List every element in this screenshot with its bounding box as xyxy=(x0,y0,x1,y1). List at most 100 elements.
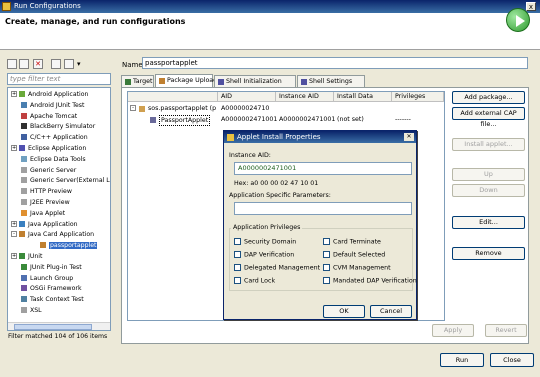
tree-item[interactable]: Eclipse Data Tools xyxy=(11,155,86,164)
package-icon xyxy=(139,106,145,112)
add-package-button[interactable]: Add package... xyxy=(452,91,525,104)
tree-item[interactable]: - Java Card Application xyxy=(11,230,94,239)
configuration-tree[interactable]: + Android Application Android JUnit Test Ap… xyxy=(7,87,111,331)
tree-item[interactable]: Android JUnit Test xyxy=(11,101,84,110)
privilege-checkbox[interactable]: CVM Management xyxy=(323,264,391,273)
dialog-close-button[interactable]: ✕ xyxy=(404,133,414,141)
tree-item-label: HTTP Preview xyxy=(30,188,72,196)
collapse-all-button[interactable] xyxy=(51,59,61,69)
privilege-checkbox[interactable]: Default Selected xyxy=(323,251,385,260)
cell-aid: A0000002471001 xyxy=(221,116,278,123)
tree-item-label: JUnit Plug-in Test xyxy=(30,263,82,271)
tree-item[interactable]: + Eclipse Application xyxy=(11,144,86,153)
delete-button[interactable]: ✕ xyxy=(33,59,43,69)
column-header-privileges[interactable]: Privileges xyxy=(392,92,444,102)
tree-item-label: Task Context Test xyxy=(30,296,84,304)
tree-item[interactable]: Task Context Test xyxy=(11,295,84,304)
checkbox-box[interactable] xyxy=(323,251,330,258)
tree-item[interactable]: C/C++ Application xyxy=(11,133,88,142)
params-field[interactable] xyxy=(234,202,412,215)
duplicate-button[interactable] xyxy=(19,59,29,69)
filter-dropdown-icon[interactable]: ▾ xyxy=(77,60,81,68)
expand-icon[interactable]: + xyxy=(11,220,17,227)
tree-item[interactable]: Apache Tomcat xyxy=(11,112,77,121)
instance-aid-field[interactable]: A0000002471001 xyxy=(234,162,412,175)
tree-item[interactable]: passportapplet xyxy=(30,241,98,250)
tree-item-label: OSGi Framework xyxy=(30,285,82,293)
checkbox-box[interactable] xyxy=(323,264,330,271)
ok-button[interactable]: OK xyxy=(323,305,365,318)
tree-item[interactable]: Generic Server(External Lau xyxy=(11,176,110,185)
config-type-icon xyxy=(21,274,27,281)
collapse-icon[interactable]: - xyxy=(130,105,136,111)
app-icon xyxy=(2,2,11,11)
tab-shell-settings[interactable]: Shell Settings xyxy=(297,75,365,87)
install-applet-button[interactable]: Install applet... xyxy=(452,138,525,151)
column-header-install-data[interactable]: Install Data xyxy=(334,92,392,102)
privilege-checkbox[interactable]: Mandated DAP Verification xyxy=(323,277,417,286)
run-button[interactable]: Run xyxy=(440,353,484,367)
down-button[interactable]: Down xyxy=(452,184,525,197)
checkbox-box[interactable] xyxy=(234,277,241,284)
tab-target[interactable]: Target xyxy=(121,75,154,87)
checkbox-box[interactable] xyxy=(234,264,241,271)
tab-package-upload[interactable]: Package Upload xyxy=(155,74,217,88)
tree-item-label: Java Card Application xyxy=(28,231,95,239)
tree-item[interactable]: HTTP Preview xyxy=(11,187,72,196)
config-type-icon xyxy=(21,263,27,270)
scrollbar-thumb[interactable] xyxy=(14,324,92,330)
privilege-checkbox[interactable]: Delegated Management xyxy=(234,264,320,273)
close-button[interactable]: Close xyxy=(490,353,534,367)
config-type-icon xyxy=(21,101,27,108)
collapse-icon[interactable]: - xyxy=(11,231,17,238)
filter-button[interactable] xyxy=(64,59,74,69)
tree-item-label: Generic Server xyxy=(30,166,77,174)
tree-item[interactable]: JUnit Plug-in Test xyxy=(11,263,82,272)
tab-label: Shell Settings xyxy=(309,78,353,85)
name-field[interactable]: passportapplet xyxy=(142,57,528,69)
filter-input[interactable]: type filter text xyxy=(7,73,111,85)
edit-button[interactable]: Edit... xyxy=(452,216,525,229)
privilege-checkbox[interactable]: Card Terminate xyxy=(323,238,381,247)
revert-button[interactable]: Revert xyxy=(485,324,527,337)
tree-horizontal-scrollbar[interactable] xyxy=(8,322,110,330)
checkbox-box[interactable] xyxy=(323,277,330,284)
privilege-label: CVM Management xyxy=(333,264,391,272)
checkbox-box[interactable] xyxy=(234,251,241,258)
tree-item[interactable]: Launch Group xyxy=(11,274,73,283)
tree-item-label: Java Applet xyxy=(30,209,66,217)
tree-item[interactable]: J2EE Preview xyxy=(11,198,70,207)
tree-item[interactable]: + Java Application xyxy=(11,220,78,229)
add-external-cap-button[interactable]: Add external CAP file... xyxy=(452,107,525,128)
new-configuration-button[interactable] xyxy=(7,59,17,69)
column-header-name[interactable] xyxy=(128,92,218,102)
window-close-button[interactable]: x xyxy=(526,2,536,11)
tree-item[interactable]: XSL xyxy=(11,306,42,315)
tree-item[interactable]: Generic Server xyxy=(11,166,76,175)
remove-button[interactable]: Remove xyxy=(452,247,525,260)
tree-item-label: JUnit xyxy=(28,253,43,260)
config-type-icon xyxy=(21,199,27,205)
tree-item[interactable]: OSGi Framework xyxy=(11,284,82,293)
cell-data: (not set) xyxy=(337,116,364,123)
expand-icon[interactable]: + xyxy=(11,253,17,259)
column-header-instance-aid[interactable]: Instance AID xyxy=(276,92,334,102)
tree-item[interactable]: BlackBerry Simulator xyxy=(11,122,95,131)
privilege-checkbox[interactable]: DAP Verification xyxy=(234,251,294,260)
tab-label: Shell Initialization xyxy=(226,78,282,85)
cancel-button[interactable]: Cancel xyxy=(370,305,412,318)
expand-icon[interactable]: + xyxy=(11,145,17,151)
privilege-checkbox[interactable]: Card Lock xyxy=(234,277,275,286)
tab-shell-initialization[interactable]: Shell Initialization xyxy=(214,75,296,87)
tree-item[interactable]: Java Applet xyxy=(11,209,65,218)
privilege-checkbox[interactable]: Security Domain xyxy=(234,238,296,247)
checkbox-box[interactable] xyxy=(234,238,241,245)
column-header-aid[interactable]: AID xyxy=(218,92,276,102)
checkbox-box[interactable] xyxy=(323,238,330,245)
apply-button[interactable]: Apply xyxy=(432,324,474,337)
tree-item[interactable]: + JUnit xyxy=(11,252,42,261)
up-button[interactable]: Up xyxy=(452,168,525,181)
window-title-bar: Run Configurations xyxy=(0,0,540,13)
expand-icon[interactable]: + xyxy=(11,91,17,97)
tree-item[interactable]: + Android Application xyxy=(11,90,88,99)
